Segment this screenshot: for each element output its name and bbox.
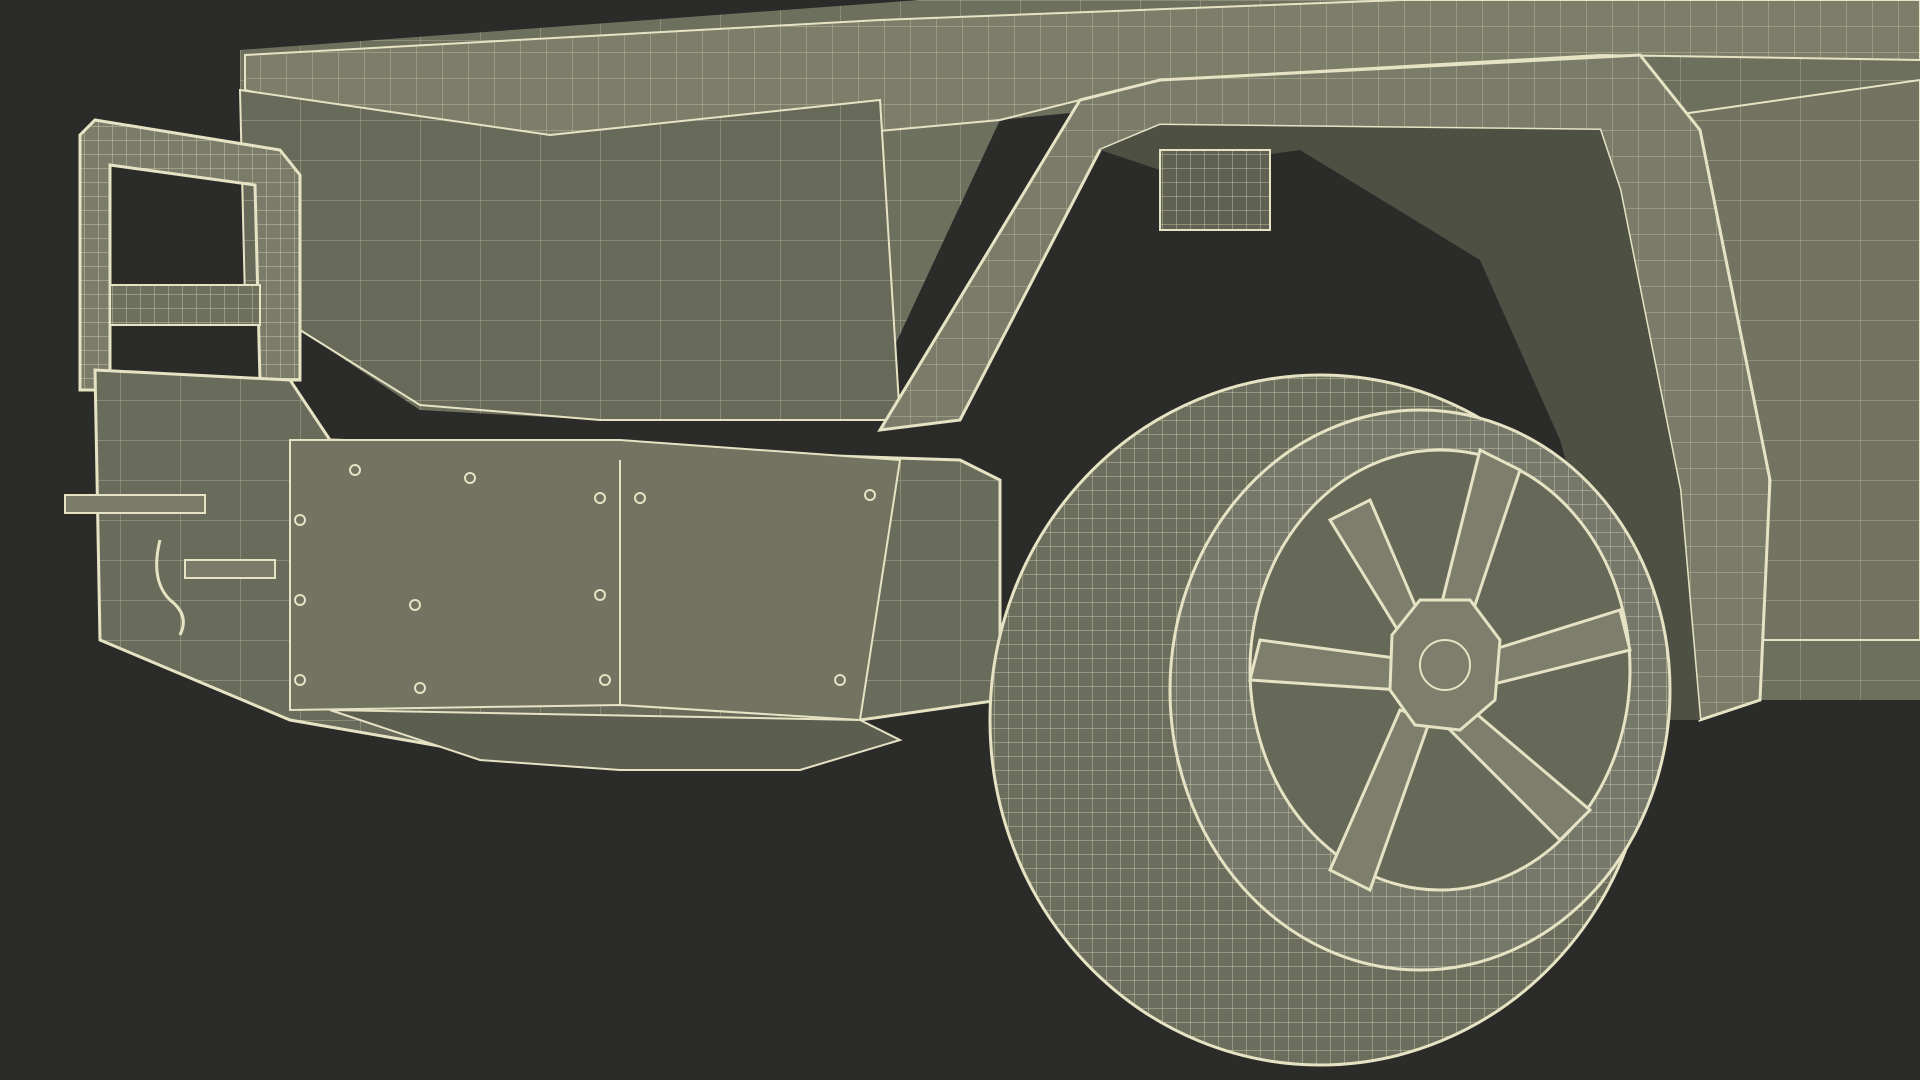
- bumper-front-plate: [289, 439, 902, 722]
- tow-hook-right: [184, 559, 276, 579]
- bull-bar-wire-overlay: [80, 120, 300, 390]
- tow-hook-left: [64, 494, 206, 514]
- render-viewport: [0, 0, 1920, 1080]
- suspension-wire-overlay: [1160, 150, 1270, 230]
- wheel-hub: [1388, 598, 1502, 732]
- vehicle-wireframe-render: [64, 0, 1920, 1067]
- bull-bar: [78, 118, 302, 392]
- fascia-wire-overlay: [240, 90, 900, 420]
- front-bumper: [64, 368, 1002, 771]
- crossbar-wire-overlay: [110, 285, 260, 325]
- front-wheel: [988, 373, 1672, 1067]
